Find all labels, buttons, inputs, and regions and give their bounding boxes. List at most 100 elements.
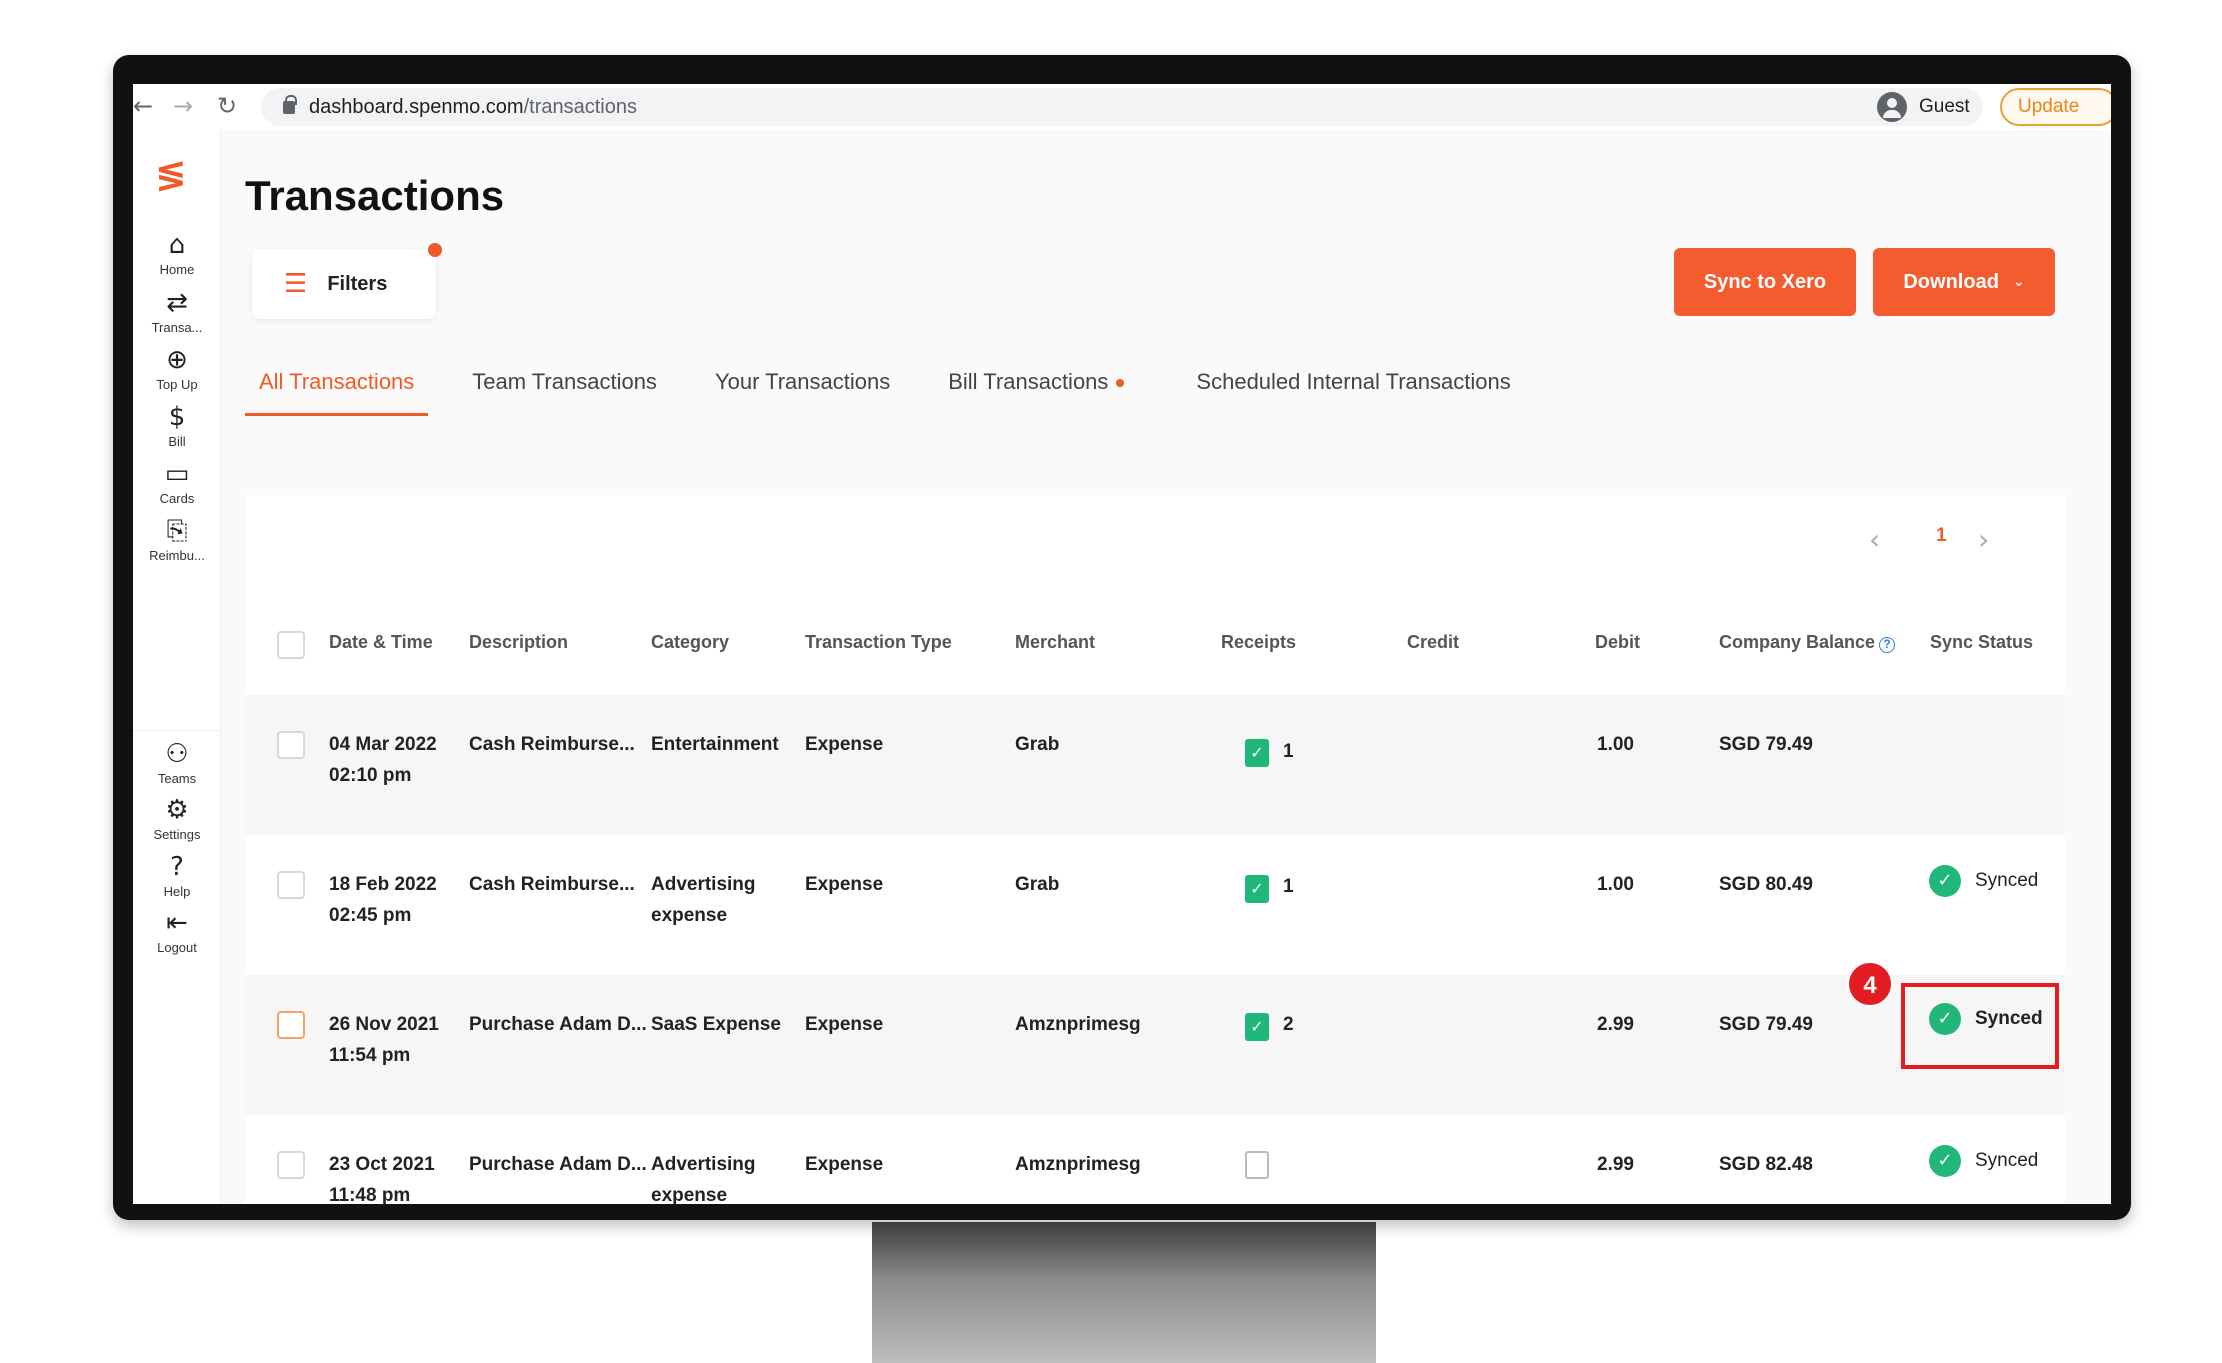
sidebar-item-teams[interactable]: ⚇ Teams	[133, 730, 221, 786]
chevron-left-icon[interactable]: ‹	[1869, 523, 1880, 556]
header-credit[interactable]: Credit	[1407, 632, 1459, 653]
chevron-right-icon[interactable]: ›	[1978, 523, 1989, 556]
cell-merchant: Grab	[1015, 734, 1060, 755]
cell-type: Expense	[805, 874, 884, 895]
home-icon: ⌂	[168, 230, 186, 260]
receipt-attached-icon[interactable]: ✓	[1245, 875, 1269, 903]
row-checkbox[interactable]	[277, 871, 305, 899]
sync-status: ✓ Synced	[1929, 865, 2038, 897]
address-bar[interactable]: dashboard.spenmo.com/transactions	[261, 88, 1983, 126]
sidebar-label: Settings	[153, 827, 201, 842]
tab-label: Team Transactions	[472, 369, 657, 394]
cell-receipts-count: 1	[1283, 876, 1294, 897]
category-text: Advertising	[651, 874, 756, 895]
forward-arrow-icon[interactable]: →	[173, 92, 193, 120]
sidebar-label: Bill	[168, 434, 186, 449]
cell-category: Entertainment	[651, 729, 779, 760]
sidebar-item-help[interactable]: ? Help	[133, 852, 221, 899]
sidebar-label: Cards	[159, 491, 195, 506]
header-sync-status[interactable]: Sync Status	[1930, 632, 2033, 653]
cell-description: Purchase Adam D...	[469, 1014, 647, 1035]
header-receipts[interactable]: Receipts	[1221, 632, 1296, 653]
cell-balance: SGD 80.49	[1719, 874, 1813, 895]
category-text-2: expense	[651, 1185, 728, 1204]
row-checkbox[interactable]	[277, 1151, 305, 1179]
cell-category: Advertising expense	[651, 1149, 756, 1204]
tab-label: Scheduled Internal Transactions	[1196, 369, 1511, 394]
sidebar-item-reimbursement[interactable]: ⎘ Reimbu...	[133, 516, 221, 563]
table-row[interactable]: 04 Mar 2022 02:10 pm Cash Reimburse... En…	[245, 695, 2065, 835]
transactions-table: ‹ 1 › Date & Time Description Category T…	[245, 495, 2065, 1204]
highlight-box	[1901, 983, 2059, 1069]
header-category[interactable]: Category	[651, 632, 729, 653]
select-all-checkbox[interactable]	[277, 631, 305, 659]
transactions-icon: ⇄	[166, 288, 188, 318]
page-number[interactable]: 1	[1936, 525, 1947, 547]
cell-description: Cash Reimburse...	[469, 874, 635, 895]
sidebar-label: Teams	[157, 771, 197, 786]
table-row[interactable]: 26 Nov 2021 11:54 pm Purchase Adam D... S…	[245, 961, 2065, 1115]
cell-debit: 1.00	[1597, 734, 1634, 755]
cell-category: Advertising expense	[651, 869, 756, 931]
cell-balance: SGD 79.49	[1719, 1014, 1813, 1035]
monitor-stand	[872, 1222, 1376, 1363]
tab-your-transactions[interactable]: Your Transactions	[701, 362, 904, 416]
header-merchant[interactable]: Merchant	[1015, 632, 1095, 653]
cell-receipts-count: 1	[1283, 741, 1294, 762]
row-checkbox[interactable]	[277, 1011, 305, 1039]
cell-type: Expense	[805, 1014, 884, 1035]
sidebar-item-topup[interactable]: ⊕ Top Up	[133, 345, 221, 392]
cell-date: 04 Mar 2022 02:10 pm	[329, 729, 437, 791]
filters-button[interactable]: ☰ Filters	[252, 243, 442, 319]
profile-button[interactable]: Guest	[1877, 88, 1970, 126]
sidebar-label: Top Up	[156, 377, 198, 392]
time-text: 02:10 pm	[329, 765, 412, 786]
sidebar-item-bill[interactable]: $ Bill	[133, 402, 221, 449]
sidebar-label: Home	[159, 262, 195, 277]
header-description[interactable]: Description	[469, 632, 568, 653]
receipt-empty-icon[interactable]	[1245, 1151, 1269, 1179]
tab-scheduled-internal-transactions[interactable]: Scheduled Internal Transactions	[1182, 362, 1524, 416]
spenmo-logo-icon[interactable]: ≶	[155, 152, 187, 196]
cell-receipts-count: 2	[1283, 1014, 1294, 1035]
table-row[interactable]: 23 Oct 2021 11:48 pm Purchase Adam D... A…	[245, 1115, 2065, 1204]
sync-status: ✓ Synced	[1929, 1145, 2038, 1177]
receipt-attached-icon[interactable]: ✓	[1245, 1013, 1269, 1041]
tab-label: Your Transactions	[714, 369, 891, 394]
cell-debit: 1.00	[1597, 874, 1634, 895]
header-company-balance[interactable]: Company Balance?	[1719, 632, 1896, 653]
sidebar-label: Logout	[157, 940, 197, 955]
sidebar-item-settings[interactable]: ⚙ Settings	[133, 795, 221, 842]
sync-to-xero-button[interactable]: Sync to Xero	[1674, 248, 1856, 316]
teams-icon: ⚇	[165, 739, 189, 769]
header-date[interactable]: Date & Time	[329, 632, 433, 653]
tab-all-transactions[interactable]: All Transactions	[245, 362, 429, 416]
sync-label: Sync to Xero	[1703, 270, 1827, 293]
sidebar-label: Transa...	[151, 320, 203, 335]
sidebar-item-logout[interactable]: ⇤ Logout	[133, 908, 221, 955]
cell-merchant: Amznprimesg	[1015, 1154, 1141, 1175]
back-arrow-icon[interactable]: ←	[133, 92, 153, 120]
sidebar-label: Reimbu...	[149, 548, 205, 563]
category-text: Entertainment	[651, 734, 779, 755]
receipt-attached-icon[interactable]: ✓	[1245, 739, 1269, 767]
reload-icon[interactable]: ↻	[217, 92, 237, 120]
sidebar-item-cards[interactable]: ▭ Cards	[133, 459, 221, 506]
tab-team-transactions[interactable]: Team Transactions	[458, 362, 671, 416]
logout-icon: ⇤	[166, 908, 188, 938]
date-text: 26 Nov 2021	[329, 1014, 439, 1035]
row-checkbox[interactable]	[277, 731, 305, 759]
info-icon[interactable]: ?	[1879, 637, 1896, 653]
chevron-down-icon: ⌄	[2012, 274, 2025, 290]
cell-description: Purchase Adam D...	[469, 1154, 647, 1175]
table-row[interactable]: 18 Feb 2022 02:45 pm Cash Reimburse... Ad…	[245, 835, 2065, 975]
browser-update-button[interactable]: Update	[2000, 88, 2111, 126]
check-circle-icon: ✓	[1929, 1145, 1961, 1177]
header-debit[interactable]: Debit	[1595, 632, 1640, 653]
sidebar-item-transactions[interactable]: ⇄ Transa...	[133, 288, 221, 335]
sidebar-item-home[interactable]: ⌂ Home	[133, 230, 221, 277]
help-icon: ?	[170, 852, 184, 882]
download-button[interactable]: Download ⌄	[1873, 248, 2055, 316]
header-transaction-type[interactable]: Transaction Type	[805, 632, 952, 653]
tab-bill-transactions[interactable]: Bill Transactions	[934, 362, 1138, 416]
